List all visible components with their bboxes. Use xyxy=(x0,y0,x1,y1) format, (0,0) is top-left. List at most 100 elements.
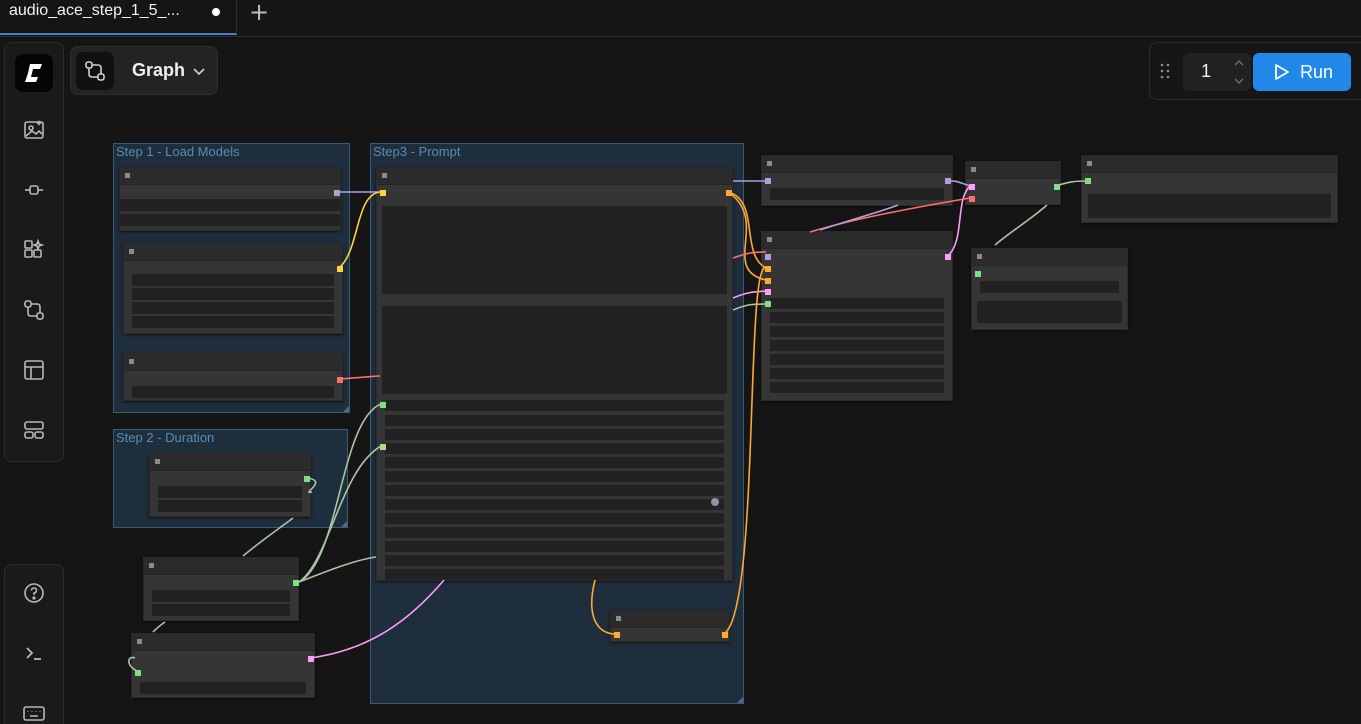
collapse-icon[interactable] xyxy=(125,173,130,178)
batch-count-input[interactable]: 1 xyxy=(1183,53,1251,91)
node-widget[interactable] xyxy=(385,457,724,468)
node-widget[interactable] xyxy=(770,298,944,309)
node-widget[interactable] xyxy=(132,302,334,314)
node-widget[interactable] xyxy=(385,415,724,426)
tab-workflow[interactable]: audio_ace_step_1_5_... xyxy=(0,0,237,35)
node-widget[interactable] xyxy=(140,682,306,694)
node-port[interactable] xyxy=(726,190,732,196)
node-widget[interactable] xyxy=(770,188,944,200)
node-port[interactable] xyxy=(1054,184,1060,190)
node-widget[interactable] xyxy=(385,499,724,510)
node-widget[interactable] xyxy=(385,555,724,566)
resize-handle-icon[interactable] xyxy=(341,521,347,527)
node-load-model[interactable] xyxy=(119,167,341,231)
node-port[interactable] xyxy=(945,178,951,184)
node-port[interactable] xyxy=(293,580,299,586)
node-header[interactable] xyxy=(120,168,340,185)
node-port[interactable] xyxy=(380,444,386,450)
node-widget[interactable] xyxy=(132,288,334,300)
node-empty-latent[interactable] xyxy=(131,633,315,698)
node-header[interactable] xyxy=(966,162,1060,179)
node-duration[interactable] xyxy=(149,453,311,517)
node-port[interactable] xyxy=(135,670,141,676)
node-port[interactable] xyxy=(1085,178,1091,184)
node-widget[interactable] xyxy=(120,199,340,211)
images-icon[interactable] xyxy=(19,115,49,145)
node-widget[interactable] xyxy=(1088,194,1331,218)
node-header[interactable] xyxy=(1082,156,1337,173)
node-widget[interactable] xyxy=(382,306,727,394)
graph-mode-button[interactable]: Graph xyxy=(70,46,218,95)
node-widget[interactable] xyxy=(385,569,724,580)
drag-handle-icon[interactable] xyxy=(1159,62,1171,80)
node-widget[interactable] xyxy=(385,471,724,482)
node-port[interactable] xyxy=(975,271,981,277)
node-widget[interactable] xyxy=(770,382,944,393)
node-port[interactable] xyxy=(304,476,310,482)
node-port[interactable] xyxy=(380,402,386,408)
queue-icon[interactable] xyxy=(19,415,49,445)
node-header[interactable] xyxy=(762,232,952,249)
collapse-icon[interactable] xyxy=(382,173,387,178)
node-header[interactable] xyxy=(611,611,729,628)
node-widget[interactable] xyxy=(385,513,724,524)
node-load-vae[interactable] xyxy=(123,353,343,401)
node-port[interactable] xyxy=(765,266,771,272)
node-widget[interactable] xyxy=(120,214,340,226)
collapse-icon[interactable] xyxy=(137,639,142,644)
node-widget[interactable] xyxy=(132,274,334,286)
node-conditioning[interactable] xyxy=(610,610,730,642)
node-prompt-encode[interactable] xyxy=(376,167,733,581)
node-widget[interactable] xyxy=(770,340,944,351)
collapse-icon[interactable] xyxy=(971,167,976,172)
node-widget[interactable] xyxy=(382,206,727,294)
collapse-icon[interactable] xyxy=(616,616,621,621)
node-load-clip[interactable] xyxy=(123,243,343,334)
node-widget[interactable] xyxy=(385,527,724,538)
collapse-icon[interactable] xyxy=(129,249,134,254)
node-widget[interactable] xyxy=(770,368,944,379)
node-header[interactable] xyxy=(972,249,1127,266)
node-widget[interactable] xyxy=(385,429,724,440)
keyboard-icon[interactable] xyxy=(19,698,49,724)
node-widget[interactable] xyxy=(152,590,290,602)
node-port[interactable] xyxy=(765,301,771,307)
node-widget[interactable] xyxy=(385,485,724,496)
node-preview-audio[interactable] xyxy=(971,248,1128,330)
node-port[interactable] xyxy=(722,632,728,638)
nodes-icon[interactable] xyxy=(19,235,49,265)
node-widget[interactable] xyxy=(385,443,724,454)
collapse-icon[interactable] xyxy=(767,161,772,166)
node-port[interactable] xyxy=(380,190,386,196)
node-widget[interactable] xyxy=(977,301,1122,323)
plus-icon[interactable]: + xyxy=(249,0,269,24)
terminal-icon[interactable] xyxy=(19,638,49,668)
node-vae-decode[interactable] xyxy=(965,161,1061,205)
collapse-icon[interactable] xyxy=(767,237,772,242)
node-widget[interactable] xyxy=(132,316,334,328)
node-port[interactable] xyxy=(765,254,771,260)
node-port[interactable] xyxy=(969,184,975,190)
node-port[interactable] xyxy=(334,190,340,196)
resize-handle-icon[interactable] xyxy=(343,406,349,412)
node-header[interactable] xyxy=(124,354,342,371)
stepper-icon[interactable] xyxy=(1233,57,1245,87)
node-widget[interactable] xyxy=(158,486,302,498)
node-port[interactable] xyxy=(337,266,343,272)
templates-icon[interactable] xyxy=(19,355,49,385)
node-port[interactable] xyxy=(765,289,771,295)
node-widget[interactable] xyxy=(385,541,724,552)
node-header[interactable] xyxy=(377,168,732,185)
node-header[interactable] xyxy=(132,634,314,651)
node-int-a[interactable] xyxy=(143,557,299,621)
comfy-logo-icon[interactable] xyxy=(15,54,53,92)
node-header[interactable] xyxy=(762,156,952,173)
node-save-audio[interactable] xyxy=(1081,155,1338,223)
node-port[interactable] xyxy=(945,254,951,260)
node-widget[interactable] xyxy=(770,326,944,337)
node-widget[interactable] xyxy=(385,400,724,411)
node-ksampler[interactable] xyxy=(761,231,953,401)
collapse-icon[interactable] xyxy=(1087,161,1092,166)
node-widget[interactable] xyxy=(132,386,334,398)
node-port[interactable] xyxy=(308,656,314,662)
